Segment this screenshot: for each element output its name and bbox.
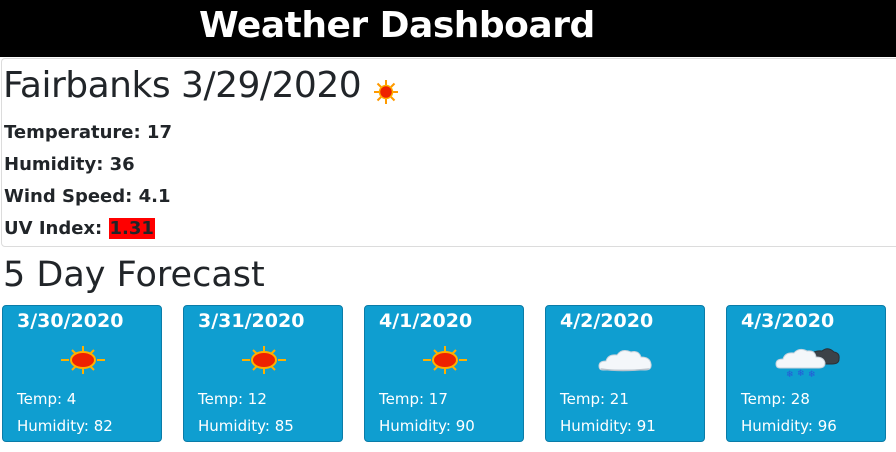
forecast-date: 4/2/2020 bbox=[560, 310, 654, 332]
forecast-humidity: Humidity: 96 bbox=[741, 417, 837, 435]
wind-speed-stat: Wind Speed: 4.1 bbox=[4, 186, 171, 207]
cloud-icon bbox=[598, 350, 652, 372]
forecast-date: 3/31/2020 bbox=[198, 310, 305, 332]
forecast-title: 5 Day Forecast bbox=[3, 255, 265, 295]
uv-index-stat: UV Index: 1.31 bbox=[4, 218, 155, 240]
sun-icon bbox=[61, 346, 105, 374]
forecast-card: 4/1/2020 Temp: 17 Humidity: 90 bbox=[364, 305, 524, 442]
forecast-humidity: Humidity: 82 bbox=[17, 417, 113, 435]
top-bar: Weather Dashboard bbox=[0, 0, 896, 57]
sun-icon bbox=[242, 346, 286, 374]
forecast-date: 4/1/2020 bbox=[379, 310, 473, 332]
snow-cloud-icon: ❄ ❄ ❄ bbox=[775, 348, 840, 378]
uv-index-label: UV Index: bbox=[4, 218, 109, 239]
forecast-card: 4/3/2020 ❄ ❄ ❄ Temp: 28 Humidity: 96 bbox=[726, 305, 886, 442]
svg-text:❄: ❄ bbox=[808, 370, 816, 378]
page-title: Weather Dashboard bbox=[199, 5, 595, 46]
sun-icon bbox=[374, 80, 399, 104]
forecast-date: 4/3/2020 bbox=[741, 310, 835, 332]
forecast-card: 3/30/2020 Temp: 4 Humidity: 82 bbox=[2, 305, 162, 442]
city-date-title: Fairbanks 3/29/2020 bbox=[3, 65, 362, 106]
current-heading: Fairbanks 3/29/2020 bbox=[3, 64, 399, 108]
forecast-card: 3/31/2020 Temp: 12 Humidity: 85 bbox=[183, 305, 343, 442]
forecast-cards: 3/30/2020 Temp: 4 Humidity: 82 3/31/2020… bbox=[2, 305, 896, 443]
forecast-humidity: Humidity: 91 bbox=[560, 417, 656, 435]
forecast-date: 3/30/2020 bbox=[17, 310, 124, 332]
svg-text:❄: ❄ bbox=[797, 369, 805, 378]
forecast-card: 4/2/2020 Temp: 21 Humidity: 91 bbox=[545, 305, 705, 442]
forecast-temp: Temp: 21 bbox=[560, 390, 629, 408]
forecast-temp: Temp: 4 bbox=[17, 390, 77, 408]
forecast-temp: Temp: 28 bbox=[741, 390, 810, 408]
sun-icon bbox=[423, 346, 467, 374]
temperature-stat: Temperature: 17 bbox=[4, 122, 172, 143]
forecast-humidity: Humidity: 90 bbox=[379, 417, 475, 435]
forecast-temp: Temp: 12 bbox=[198, 390, 267, 408]
forecast-humidity: Humidity: 85 bbox=[198, 417, 294, 435]
forecast-temp: Temp: 17 bbox=[379, 390, 448, 408]
svg-text:❄: ❄ bbox=[786, 370, 794, 378]
uv-index-badge: 1.31 bbox=[108, 218, 155, 239]
humidity-stat: Humidity: 36 bbox=[4, 154, 135, 175]
